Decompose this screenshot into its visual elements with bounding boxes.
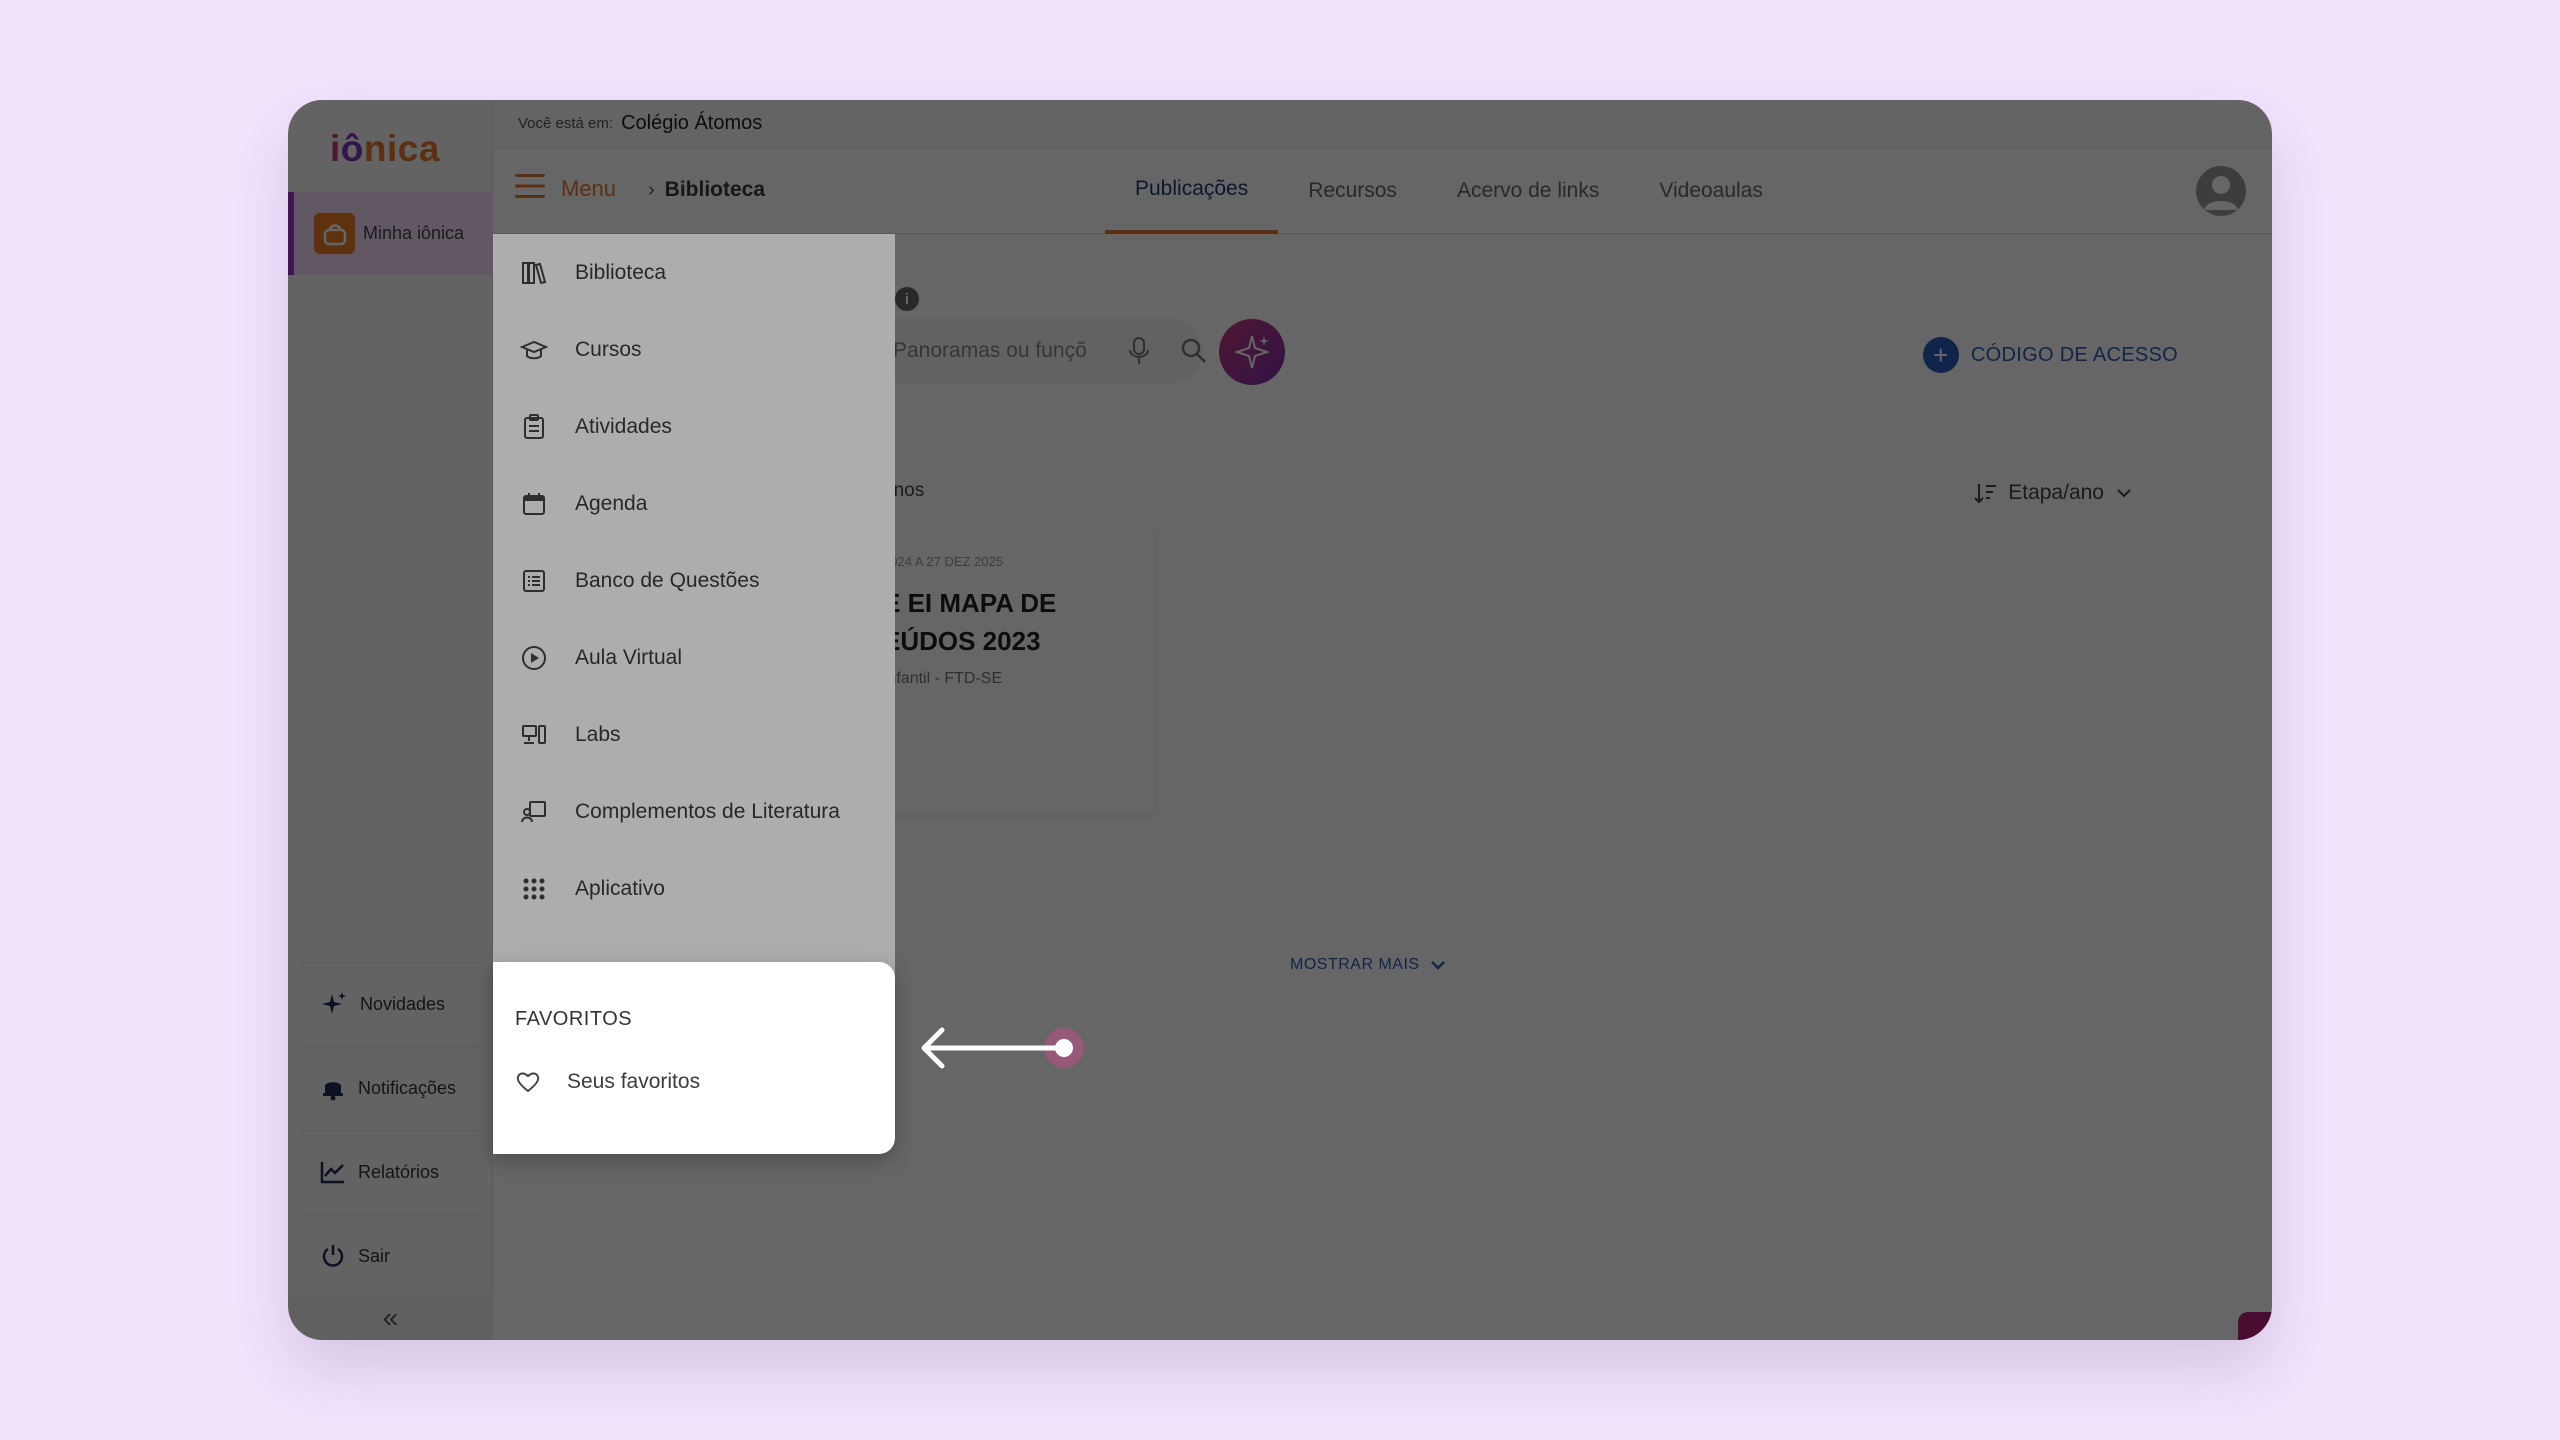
show-more-button[interactable]: MOSTRAR MAIS: [1290, 956, 1446, 974]
menu-item-biblioteca[interactable]: Biblioteca: [493, 234, 895, 311]
chevron-down-icon: [1430, 961, 1445, 970]
publication-card[interactable]: 2024 A 27 DEZ 2025 E EI MAPA DE EÚDOS 20…: [863, 530, 1154, 815]
calendar-icon: [519, 489, 549, 519]
chart-icon: [320, 1162, 344, 1184]
menu-item-labs[interactable]: Labs: [493, 696, 895, 773]
grid-icon: [519, 874, 549, 904]
app-window: Você está em: Colégio Átomos Menu › Bibl…: [288, 100, 2272, 1340]
user-icon: [2204, 176, 2238, 210]
help-tab[interactable]: ?: [2238, 1312, 2272, 1340]
tab-bar: Publicações Recursos Acervo de links Vid…: [1105, 148, 1793, 234]
menu-item-cursos[interactable]: Cursos: [493, 311, 895, 388]
tab-videoaulas[interactable]: Videoaulas: [1629, 148, 1793, 234]
sparkles-icon: [322, 992, 346, 1014]
tab-recursos[interactable]: Recursos: [1278, 148, 1427, 234]
school-name[interactable]: Colégio Átomos: [621, 112, 762, 135]
access-code-label: CÓDIGO DE ACESSO: [1970, 343, 2178, 366]
avatar[interactable]: [2196, 166, 2246, 216]
rail-item-novidades[interactable]: Novidades: [300, 962, 480, 1045]
menu-panel: Biblioteca Cursos Atividades Agenda Banc…: [493, 234, 895, 1064]
rail-item-notificacoes[interactable]: Notificações: [300, 1046, 480, 1129]
search-icon[interactable]: [1180, 337, 1208, 365]
menu-button[interactable]: Menu: [515, 170, 616, 202]
ionica-logo[interactable]: iônica: [330, 128, 440, 170]
rail-item-label: Minha iônica: [363, 223, 465, 243]
menu-item-aula-virtual[interactable]: Aula Virtual: [493, 619, 895, 696]
location-bar: Você está em: Colégio Átomos: [493, 100, 2272, 148]
menu-item-label: Banco de Questões: [575, 568, 760, 592]
rail-item-label: Sair: [358, 1245, 391, 1266]
search-placeholder: Panoramas ou funçõ: [893, 339, 1087, 362]
books-icon: [519, 258, 549, 288]
reader-icon: [519, 797, 549, 827]
favorites-item-label: Seus favoritos: [567, 1070, 701, 1093]
menu-item-label: Biblioteca: [575, 260, 667, 284]
menu-item-aplicativo[interactable]: Aplicativo: [493, 850, 895, 927]
rail-item-label: Novidades: [360, 993, 446, 1014]
menu-item-complementos-de-literatura[interactable]: Complementos de Literatura: [493, 773, 895, 850]
menu-item-agenda[interactable]: Agenda: [493, 465, 895, 542]
tab-publicacoes[interactable]: Publicações: [1105, 148, 1279, 234]
breadcrumb: › Biblioteca: [648, 178, 765, 202]
play-circle-icon: [519, 643, 549, 673]
favorites-item[interactable]: Seus favoritos: [515, 1070, 700, 1094]
top-bar: Menu › Biblioteca Publicações Recursos A…: [493, 148, 2272, 234]
sort-icon: [1974, 484, 1997, 504]
card-date: 2024 A 27 DEZ 2025: [883, 554, 1003, 569]
favorites-header: FAVORITOS: [515, 1008, 633, 1030]
list-icon: [519, 566, 549, 596]
favorites-section: FAVORITOS Seus favoritos: [493, 962, 895, 1154]
info-icon[interactable]: i: [895, 287, 919, 311]
chevron-down-icon: [2117, 489, 2131, 498]
microphone-icon[interactable]: [1128, 337, 1150, 365]
location-label: Você está em:: [518, 115, 614, 132]
bag-icon: [314, 213, 355, 254]
tutorial-pointer: [921, 1027, 1084, 1069]
left-rail: iônica Minha iônica Novidades Notificaçõ…: [288, 100, 493, 1340]
menu-item-label: Labs: [575, 722, 621, 746]
labs-icon: [519, 720, 549, 750]
tab-acervo-de-links[interactable]: Acervo de links: [1427, 148, 1629, 234]
menu-item-label: Cursos: [575, 337, 642, 361]
rail-item-label: Relatórios: [358, 1161, 440, 1182]
bell-icon: [323, 1082, 343, 1101]
heart-icon: [516, 1072, 540, 1093]
rail-item-relatorios[interactable]: Relatórios: [300, 1130, 480, 1213]
menu-item-label: Aplicativo: [575, 876, 665, 900]
sort-label: Etapa/ano: [2008, 481, 2104, 504]
clipboard-icon: [519, 412, 549, 442]
menu-label: Menu: [561, 176, 617, 201]
menu-item-label: Atividades: [575, 414, 672, 438]
collapse-rail-button[interactable]: «: [288, 1295, 493, 1340]
menu-item-label: Aula Virtual: [575, 645, 683, 669]
breadcrumb-current[interactable]: Biblioteca: [665, 178, 765, 202]
plus-icon: +: [1922, 337, 1959, 373]
card-title: E EI MAPA DE EÚDOS 2023: [883, 588, 1057, 656]
double-chevron-left-icon: «: [382, 1301, 399, 1333]
menu-item-label: Agenda: [575, 491, 648, 515]
chevron-right-icon: ›: [648, 178, 655, 201]
menu-item-label: Complementos de Literatura: [575, 799, 840, 823]
rail-item-minha-ionica[interactable]: Minha iônica: [288, 192, 493, 275]
sparkles-icon: [1233, 335, 1271, 369]
rail-item-label: Notificações: [358, 1077, 457, 1098]
ai-assistant-button[interactable]: [1219, 319, 1285, 385]
hamburger-icon: [515, 174, 545, 198]
graduation-cap-icon: [519, 335, 549, 365]
card-subtitle: Infantil - FTD-SE: [883, 670, 1003, 687]
access-code-button[interactable]: + CÓDIGO DE ACESSO: [1922, 337, 2178, 373]
menu-item-banco-de-questoes[interactable]: Banco de Questões: [493, 542, 895, 619]
menu-item-atividades[interactable]: Atividades: [493, 388, 895, 465]
sort-dropdown[interactable]: Etapa/ano: [1974, 481, 2132, 505]
power-icon: [322, 1245, 344, 1267]
rail-item-sair[interactable]: Sair: [300, 1214, 480, 1297]
show-more-label: MOSTRAR MAIS: [1290, 956, 1420, 973]
